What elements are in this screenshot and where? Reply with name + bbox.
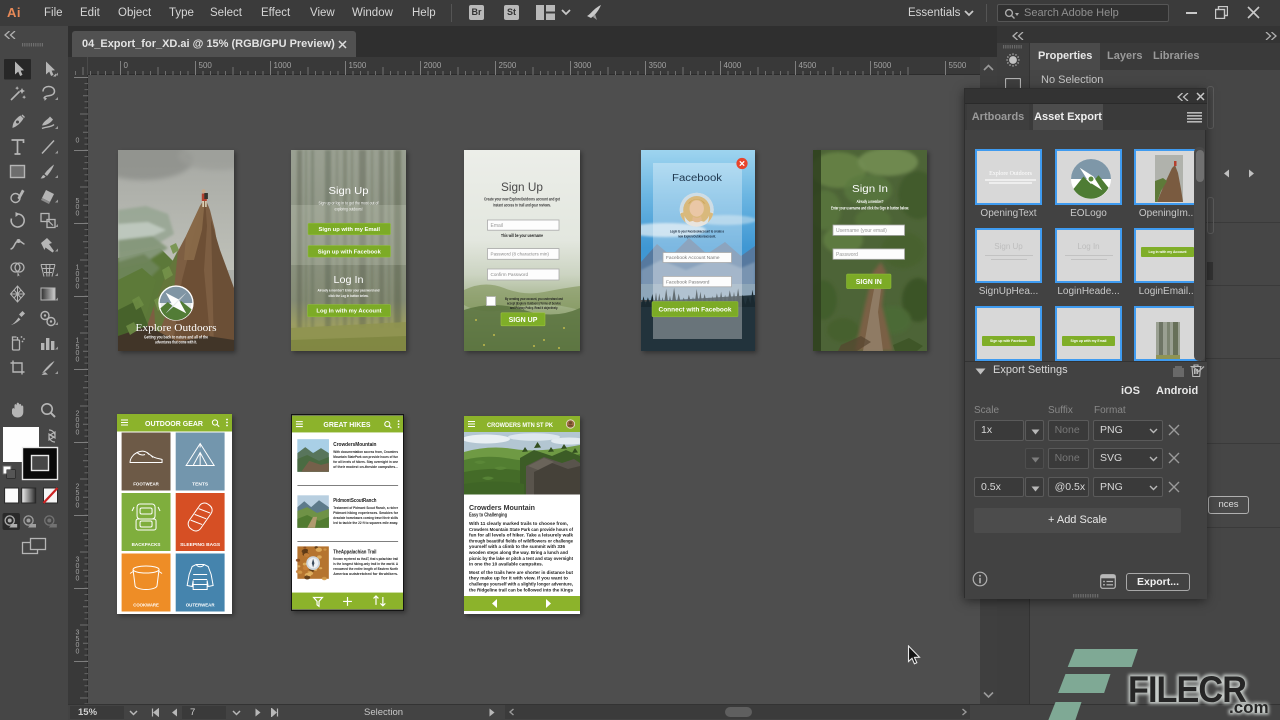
svg-text:SLEEPING BAGS: SLEEPING BAGS	[180, 542, 220, 547]
svg-text:desolate homebases coming trav: desolate homebases coming travel their s…	[333, 516, 398, 520]
svg-text:Create your new ExploreOutdoor: Create your new ExploreOutdoors account …	[484, 197, 560, 202]
svg-text:Crowders Mountain State Park c: Crowders Mountain State Park can provide…	[469, 527, 574, 532]
svg-text:yourself with a climb to the s: yourself with a climb to the summit with…	[469, 544, 566, 549]
svg-text:5000: 5000	[874, 61, 892, 70]
svg-text:2000: 2000	[424, 61, 442, 70]
svg-text:4000: 4000	[724, 61, 742, 70]
svg-text:Crowders Mountain: Crowders Mountain	[469, 503, 535, 512]
svg-text:through beautiful fields of wi: through beautiful fields of wildflowers …	[469, 538, 574, 543]
svg-text:BACKPACKS: BACKPACKS	[132, 542, 161, 547]
svg-text:With documentation access from: With documentation access from, Crowders	[333, 450, 398, 454]
svg-text:Log In: Log In	[333, 274, 363, 286]
svg-text:Sign Up: Sign Up	[328, 185, 368, 197]
svg-text:exploring outdoors!: exploring outdoors!	[334, 207, 362, 212]
svg-text:4500: 4500	[799, 61, 817, 70]
svg-text:new ExploreOutdoorsaccount.: new ExploreOutdoorsaccount.	[678, 235, 716, 239]
svg-text:1500: 1500	[349, 61, 367, 70]
svg-text:Sign up or log in to get the m: Sign up or log in to get the most out of	[318, 201, 379, 206]
svg-text:Sign up with my Email: Sign up with my Email	[318, 227, 380, 233]
svg-text:SIGN UP: SIGN UP	[508, 317, 537, 324]
svg-text:COOKWARE: COOKWARE	[133, 603, 159, 608]
svg-text:0: 0	[76, 357, 80, 364]
svg-text:Email: Email	[490, 223, 503, 229]
svg-text:challenge yourself with a slig: challenge yourself with a slightly longe…	[469, 582, 573, 587]
svg-text:Already a member?: Already a member?	[857, 199, 884, 204]
svg-text:they make up for it with view.: they make up for it with view. If you wa…	[469, 576, 568, 581]
svg-text:Sign In: Sign In	[852, 183, 888, 195]
svg-text:Known myrtered as theAT, that: Known myrtered as theAT, that s palachia…	[333, 557, 398, 561]
svg-text:instant access to trail and ge: instant access to trail and gear reviews…	[493, 203, 551, 208]
svg-text:in one the 10 available campsi: in one the 10 available campsites.	[469, 562, 543, 567]
svg-text:for all levels of hikers. Stay: for all levels of hikers. Stay overnight…	[333, 460, 398, 464]
svg-text:With 11 clearly marked trails: With 11 clearly marked trails to choose …	[469, 521, 568, 526]
svg-text:Sign Up: Sign Up	[501, 182, 543, 194]
svg-text:By creating your account, you: By creating your account, you understand…	[505, 297, 563, 301]
svg-text:America outstretched for thruh: America outstretched for thruhikers.	[333, 572, 398, 576]
svg-text:Username (your email): Username (your email)	[836, 228, 887, 234]
svg-text:Password: Password	[836, 252, 858, 258]
svg-text:Already a member? Enter your p: Already a member? Enter your password an…	[317, 288, 379, 293]
svg-text:click the Log In button below.: click the Log In button below.	[328, 293, 368, 298]
svg-text:0: 0	[76, 211, 80, 218]
svg-text:3000: 3000	[574, 61, 592, 70]
svg-text:wooden steps along the way. Br: wooden steps along the way. Bring a lunc…	[468, 550, 568, 555]
svg-text:Confirm Password: Confirm Password	[490, 272, 528, 277]
svg-text:Explore Outdoors: Explore Outdoors	[136, 323, 217, 334]
svg-text:Log In with my Account: Log In with my Account	[316, 309, 381, 315]
svg-text:of their modest on-theside cam: of their modest on-theside campsites...	[333, 465, 398, 469]
svg-text:3500: 3500	[649, 61, 667, 70]
svg-text:Mountain StatePark can provide: Mountain StatePark can provide hours of …	[333, 455, 398, 459]
svg-text:Most of the trails here are sh: Most of the trails here are shorter in d…	[469, 570, 574, 575]
svg-text:adventures that come with it.: adventures that come with it.	[155, 340, 197, 345]
svg-text:led to tackle the 22 ft to squ: led to tackle the 22 ft to squares mile …	[333, 521, 398, 525]
svg-text:0: 0	[76, 503, 80, 510]
svg-text:TENTS: TENTS	[192, 482, 208, 487]
svg-text:PidmontScoutRanch: PidmontScoutRanch	[333, 498, 376, 504]
svg-text:0: 0	[76, 284, 80, 291]
svg-text:2500: 2500	[499, 61, 517, 70]
svg-text:0: 0	[124, 61, 129, 70]
svg-text:SIGN IN: SIGN IN	[856, 279, 882, 286]
svg-text:Facebook Password: Facebook Password	[666, 279, 710, 285]
svg-text:0: 0	[76, 576, 80, 583]
svg-text:Pidmont hiking experiences. Sm: Pidmont hiking experiences. Smokies for	[333, 511, 398, 515]
svg-text:This will be your username: This will be your username	[501, 233, 543, 238]
svg-text:1000: 1000	[274, 61, 292, 70]
svg-text:and Privacy Policy. Read it ob: and Privacy Policy. Read it objectively.	[510, 306, 558, 310]
svg-text:GREAT HIKES: GREAT HIKES	[323, 422, 371, 429]
svg-text:the Ridgeline trail can be fol: the Ridgeline trail can be followed into…	[469, 587, 574, 592]
svg-text:Password (8 characters min): Password (8 characters min)	[490, 252, 549, 257]
svg-text:0: 0	[76, 430, 80, 437]
svg-text:CROWDERS MTN ST PK: CROWDERS MTN ST PK	[487, 422, 553, 429]
svg-text:OUTDOOR GEAR: OUTDOOR GEAR	[145, 421, 203, 428]
svg-text:FOOTWEAR: FOOTWEAR	[133, 482, 159, 487]
svg-text:Easy to Challenging: Easy to Challenging	[469, 513, 507, 519]
svg-text:Testament of Pidmont Scout Ran: Testament of Pidmont Scout Ranch, a rich…	[333, 506, 398, 510]
svg-text:0: 0	[76, 649, 80, 656]
svg-text:.com: .com	[1229, 698, 1269, 717]
svg-text:CrowdersMountain: CrowdersMountain	[333, 442, 376, 448]
svg-text:500: 500	[199, 61, 213, 70]
svg-text:TheAppalachian Trail: TheAppalachian Trail	[333, 549, 377, 555]
svg-text:picnic by the lake or pitch a: picnic by the lake or pitch a tent and s…	[469, 556, 574, 561]
svg-text:renowned the entire length of: renowned the entire length of Eastern No…	[333, 567, 398, 571]
svg-text:5500: 5500	[949, 61, 967, 70]
svg-text:is the longest hiking-only tra: is the longest hiking-only trail in the …	[333, 562, 398, 566]
svg-text:Connect with Facebook: Connect with Facebook	[659, 306, 732, 313]
svg-text:OUTERWEAR: OUTERWEAR	[186, 603, 215, 608]
svg-text:Sign up with Facebook: Sign up with Facebook	[317, 249, 381, 255]
svg-text:Facebook Account Name: Facebook Account Name	[666, 255, 720, 261]
svg-text:fun for all levels of hiker. T: fun for all levels of hiker. Take a leis…	[469, 533, 574, 538]
svg-text:Facebook: Facebook	[672, 173, 723, 184]
svg-text:Enter your username and click: Enter your username and click the Sign I…	[831, 206, 909, 211]
svg-text:0: 0	[76, 138, 80, 145]
svg-text:accept (Explore Outdoors) Term: accept (Explore Outdoors) Terms of Servi…	[507, 302, 561, 306]
svg-text:Login to your Facebookaccount: Login to your Facebookaccount to create …	[670, 230, 725, 234]
